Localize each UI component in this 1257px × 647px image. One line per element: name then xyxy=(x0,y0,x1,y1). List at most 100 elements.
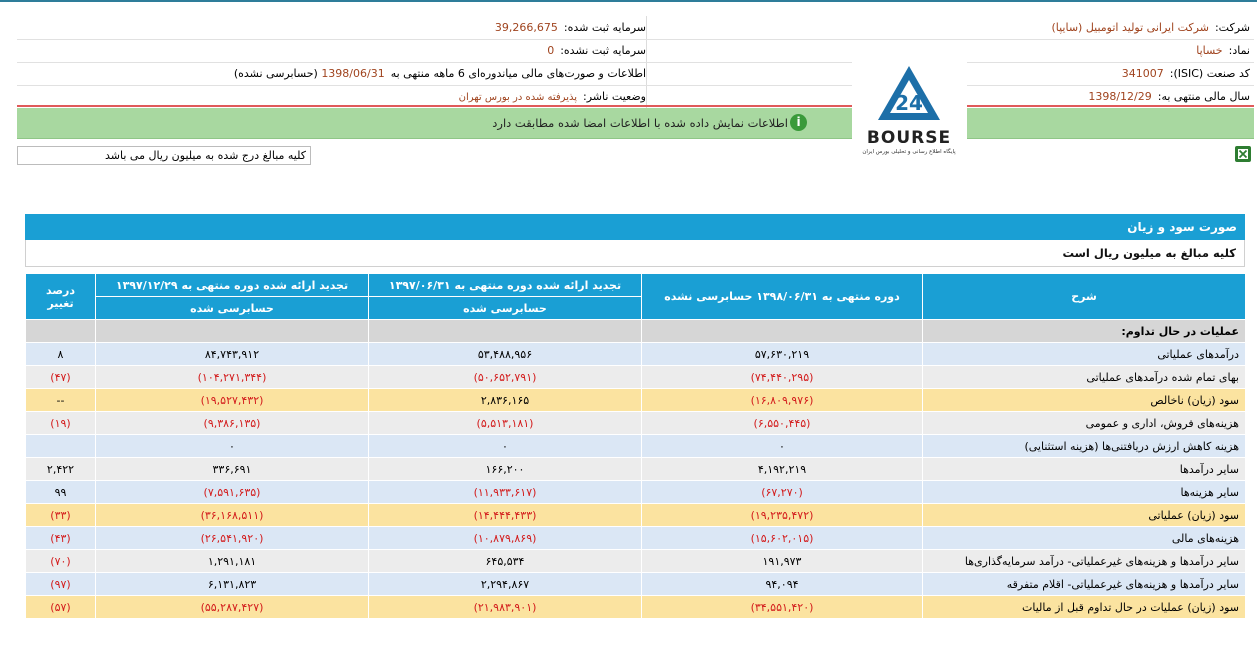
report-suffix: (حسابرسی نشده) xyxy=(233,67,318,80)
row-description: درآمدهای عملیاتی xyxy=(922,342,1246,366)
header-col2: تجدید ارائه شده دوره منتهی به ۱۳۹۷/۰۶/۳۱ xyxy=(368,273,642,297)
amount-unit-note: کلیه مبالغ درج شده به میلیون ریال می باش… xyxy=(17,146,311,165)
row-value-c3: ۰ xyxy=(95,434,369,458)
bourse24-logo: 24 BOURSE پایگاه اطلاع رسانی و تحلیلی بو… xyxy=(852,50,967,158)
capital-registered-value: 39,266,675 xyxy=(494,21,558,34)
verification-notice: اطلاعات نمایش داده شده با اطلاعات امضا ش… xyxy=(17,108,1254,139)
row-value-c2: (۱۴,۴۴۴,۴۳۳) xyxy=(368,503,642,527)
top-border xyxy=(0,0,1257,2)
company-value: شرکت ایرانی تولید اتومبیل (سایپا) xyxy=(1051,21,1209,34)
row-value-c2: ۲,۲۹۴,۸۶۷ xyxy=(368,572,642,596)
row-value-c3: (۱۹,۵۲۷,۴۳۲) xyxy=(95,388,369,412)
symbol-field: نماد: خساپا xyxy=(1196,39,1250,62)
row-value-ch: -- xyxy=(25,388,96,412)
row-value-ch: ۸ xyxy=(25,342,96,366)
capital-registered-field: سرمایه ثبت شده: 39,266,675 xyxy=(495,16,646,39)
income-statement-table: شرح دوره منتهی به ۱۳۹۸/۰۶/۳۱ حسابرسی نشد… xyxy=(25,273,1246,619)
info-row-isic: کد صنعت (ISIC): 341007 اطلاعات و صورت‌های… xyxy=(17,62,1254,86)
logo-number: 24 xyxy=(895,91,923,115)
row-description: سود (زیان) ناخالص xyxy=(922,388,1246,412)
row-value-c2: (۱۱,۹۳۳,۶۱۷) xyxy=(368,480,642,504)
row-value-c1: (۱۹,۲۳۵,۴۷۲) xyxy=(641,503,923,527)
report-label: اطلاعات و صورت‌های مالی میاندوره‌ای 6 ما… xyxy=(390,67,646,80)
row-value-c3: (۲۶,۵۴۱,۹۲۰) xyxy=(95,526,369,550)
row-value-c2: (۵۰,۶۵۲,۷۹۱) xyxy=(368,365,642,389)
isic-field: کد صنعت (ISIC): 341007 xyxy=(1122,62,1250,85)
capital-unregistered-value: 0 xyxy=(547,44,555,57)
header-col1: دوره منتهی به ۱۳۹۸/۰۶/۳۱ حسابرسی نشده xyxy=(641,273,923,320)
statement-subtitle: کلیه مبالغ به میلیون ریال است xyxy=(25,240,1245,267)
isic-value: 341007 xyxy=(1121,67,1164,80)
row-value-ch: (۹۷) xyxy=(25,572,96,596)
info-row-company: شرکت: شرکت ایرانی تولید اتومبیل (سایپا) س… xyxy=(17,16,1254,40)
table-row: سایر درآمدها و هزینه‌های غیرعملیاتی- درآ… xyxy=(25,549,1246,573)
capital-unregistered-field: سرمایه ثبت نشده: 0 xyxy=(547,39,646,62)
row-value-c2: ۶۴۵,۵۳۴ xyxy=(368,549,642,573)
publisher-label: وضعیت ناشر: xyxy=(583,90,646,103)
row-value-c2: (۲۱,۹۸۳,۹۰۱) xyxy=(368,595,642,619)
fiscal-value: 1398/12/29 xyxy=(1088,90,1152,103)
table-row: سایر درآمدها ۴,۱۹۲,۲۱۹ ۱۶۶,۲۰۰ ۳۳۶,۶۹۱ ۲,۴۲۲ xyxy=(25,457,1246,481)
row-value-c3: (۳۶,۱۶۸,۵۱۱) xyxy=(95,503,369,527)
section-cell xyxy=(25,319,96,343)
row-value-c2: (۵,۵۱۳,۱۸۱) xyxy=(368,411,642,435)
row-description: بهای تمام شده درآمدهای عملیاتی xyxy=(922,365,1246,389)
table-row: هزینه کاهش ارزش دریافتنی‌ها (هزینه استثن… xyxy=(25,434,1246,458)
row-value-c1: ۱۹۱,۹۷۳ xyxy=(641,549,923,573)
header-change: درصد تغییر xyxy=(25,273,96,320)
header-desc: شرح xyxy=(922,273,1246,320)
table-row: بهای تمام شده درآمدهای عملیاتی (۷۴,۴۴۰,۲۹… xyxy=(25,365,1246,389)
table-row: سایر هزینه‌ها (۶۷,۲۷۰) (۱۱,۹۳۳,۶۱۷) (۷,۵۹۱,… xyxy=(25,480,1246,504)
row-value-ch xyxy=(25,434,96,458)
row-description: سایر درآمدها xyxy=(922,457,1246,481)
row-value-c1: ۵۷,۶۳۰,۲۱۹ xyxy=(641,342,923,366)
row-value-c1: ۰ xyxy=(641,434,923,458)
row-value-c2: ۲,۸۳۶,۱۶۵ xyxy=(368,388,642,412)
row-value-c3: ۳۳۶,۶۹۱ xyxy=(95,457,369,481)
table-row: سایر درآمدها و هزینه‌های غیرعملیاتی- اقل… xyxy=(25,572,1246,596)
row-description: هزینه‌های مالی xyxy=(922,526,1246,550)
row-description: سود (زیان) عملیات در حال تداوم قبل از ما… xyxy=(922,595,1246,619)
row-value-c2: (۱۰,۸۷۹,۸۶۹) xyxy=(368,526,642,550)
row-value-c1: ۹۴,۰۹۴ xyxy=(641,572,923,596)
publisher-value: پذیرفته شده در بورس تهران xyxy=(458,92,578,103)
section-title: عملیات در حال تداوم: xyxy=(922,319,1246,343)
row-value-c3: (۹,۳۸۶,۱۳۵) xyxy=(95,411,369,435)
row-value-c1: (۷۴,۴۴۰,۲۹۵) xyxy=(641,365,923,389)
fiscal-label: سال مالی منتهی به: xyxy=(1157,90,1250,103)
row-value-c1: (۱۵,۶۰۲,۰۱۵) xyxy=(641,526,923,550)
row-value-ch: (۴۳) xyxy=(25,526,96,550)
logo-tagline: پایگاه اطلاع رسانی و تحلیلی بورس ایران xyxy=(862,148,956,155)
row-value-ch: (۵۷) xyxy=(25,595,96,619)
row-value-c1: (۶۷,۲۷۰) xyxy=(641,480,923,504)
row-description: سایر درآمدها و هزینه‌های غیرعملیاتی- درآ… xyxy=(922,549,1246,573)
row-value-c3: (۷,۵۹۱,۶۳۵) xyxy=(95,480,369,504)
row-value-ch: ۹۹ xyxy=(25,480,96,504)
section-cell xyxy=(641,319,923,343)
row-description: سود (زیان) عملیاتی xyxy=(922,503,1246,527)
header-col2-sub: حسابرسی شده xyxy=(368,296,642,320)
table-row: درآمدهای عملیاتی ۵۷,۶۳۰,۲۱۹ ۵۳,۴۸۸,۹۵۶ ۸۴,۷… xyxy=(25,342,1246,366)
row-value-c2: ۵۳,۴۸۸,۹۵۶ xyxy=(368,342,642,366)
header-divider xyxy=(17,105,1254,107)
row-value-ch: (۷۰) xyxy=(25,549,96,573)
capital-registered-label: سرمایه ثبت شده: xyxy=(563,21,646,34)
table-row: سود (زیان) عملیاتی (۱۹,۲۳۵,۴۷۲) (۱۴,۴۴۴,۴۳… xyxy=(25,503,1246,527)
row-value-c1: ۴,۱۹۲,۲۱۹ xyxy=(641,457,923,481)
excel-export-icon[interactable] xyxy=(1234,145,1252,163)
symbol-label: نماد: xyxy=(1228,44,1250,57)
row-value-c2: ۱۶۶,۲۰۰ xyxy=(368,457,642,481)
row-description: سایر هزینه‌ها xyxy=(922,480,1246,504)
row-value-c1: (۶,۵۵۰,۴۴۵) xyxy=(641,411,923,435)
section-cell xyxy=(368,319,642,343)
row-value-c1: (۳۴,۵۵۱,۴۲۰) xyxy=(641,595,923,619)
symbol-value: خساپا xyxy=(1196,44,1223,57)
capital-unregistered-label: سرمایه ثبت نشده: xyxy=(560,44,646,57)
row-value-ch: (۴۷) xyxy=(25,365,96,389)
row-description: هزینه کاهش ارزش دریافتنی‌ها (هزینه استثن… xyxy=(922,434,1246,458)
row-value-ch: (۳۳) xyxy=(25,503,96,527)
row-value-c3: (۵۵,۲۸۷,۴۲۷) xyxy=(95,595,369,619)
row-value-c3: ۱,۲۹۱,۱۸۱ xyxy=(95,549,369,573)
report-date: 1398/06/31 xyxy=(321,67,385,80)
company-label: شرکت: xyxy=(1214,21,1250,34)
